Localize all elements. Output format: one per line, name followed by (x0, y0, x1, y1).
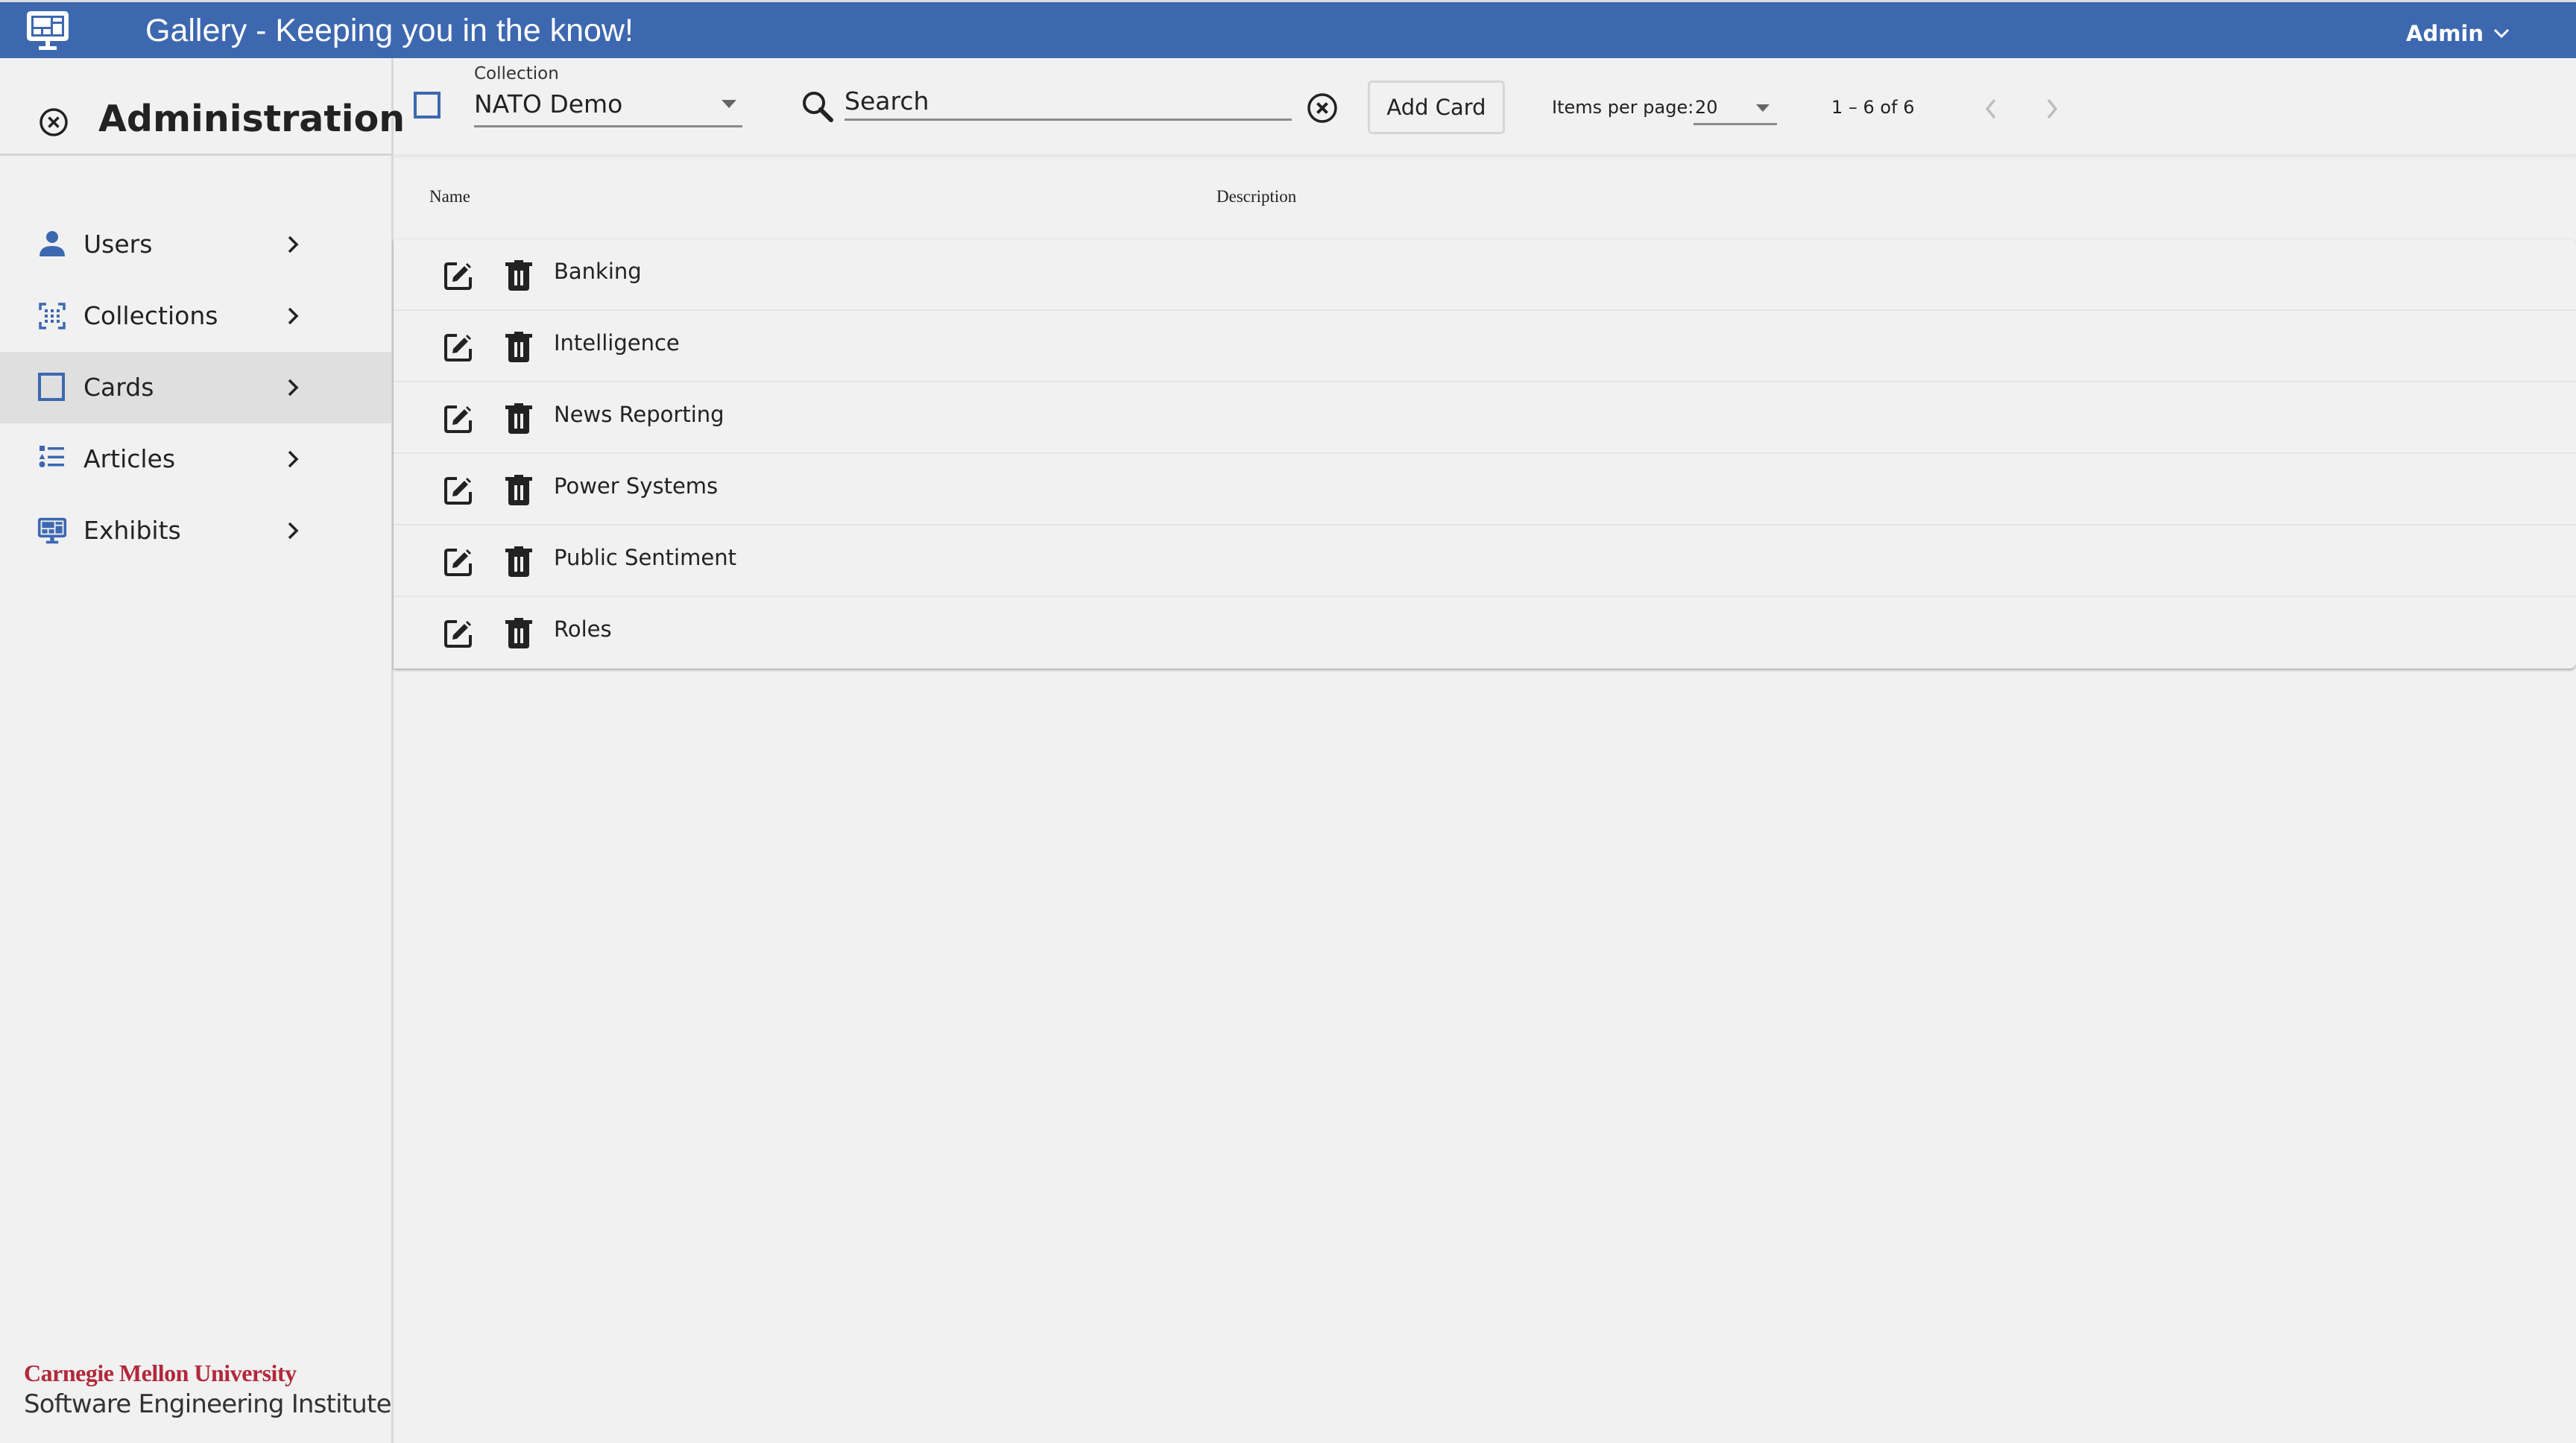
collection-value: NATO Demo (474, 89, 623, 119)
table-row[interactable]: Intelligence (394, 311, 2576, 382)
card-name: Roles (554, 616, 612, 642)
close-circle-icon[interactable] (39, 107, 69, 137)
table-row[interactable]: News Reporting (394, 382, 2576, 454)
card-name: Intelligence (554, 330, 680, 356)
admin-header: Administration (0, 58, 405, 156)
chevron-down-icon (2493, 28, 2510, 39)
table-row[interactable]: Roles (394, 597, 2576, 669)
user-name: Admin (2406, 21, 2484, 46)
collection-underline (474, 125, 742, 127)
collection-select[interactable]: Collection NATO Demo (474, 64, 742, 127)
edit-icon[interactable] (443, 476, 473, 505)
university-name: Carnegie Mellon University (24, 1360, 297, 1386)
sidebar: Administration Users Collections Cards A… (0, 58, 405, 1443)
chevron-right-icon (288, 307, 299, 325)
search-icon (803, 92, 833, 122)
edit-icon[interactable] (443, 261, 473, 291)
items-per-page-select[interactable]: 20 (1693, 92, 1777, 125)
card-square-icon (38, 373, 65, 401)
sidebar-item-cards[interactable]: Cards (0, 352, 391, 423)
chevron-right-icon (288, 522, 299, 540)
card-name: News Reporting (554, 402, 724, 427)
chevron-right-icon (288, 236, 299, 253)
collection-label: Collection (474, 64, 559, 83)
user-menu[interactable]: Admin (2406, 19, 2510, 48)
card-name: Public Sentiment (554, 545, 736, 570)
chevron-right-icon (288, 379, 299, 397)
trash-icon[interactable] (504, 332, 534, 363)
sidebar-item-exhibits[interactable]: Exhibits (0, 495, 391, 566)
sidebar-item-label: Articles (83, 444, 176, 473)
person-icon (40, 231, 65, 256)
trash-icon[interactable] (504, 618, 534, 649)
main-content: Collection NATO Demo Add Card Items per … (394, 58, 2576, 1443)
trash-icon[interactable] (504, 475, 534, 506)
card-name: Power Systems (554, 473, 719, 499)
items-per-page-value: 20 (1695, 97, 1718, 118)
edit-icon[interactable] (443, 332, 473, 362)
sidebar-item-users[interactable]: Users (0, 209, 391, 280)
table-body: Banking Intelligence News Reporting Powe… (394, 239, 2576, 669)
table-row[interactable]: Banking (394, 239, 2576, 311)
chevron-right-icon (288, 450, 299, 468)
items-per-page-label: Items per page: (1552, 97, 1694, 118)
clear-search-icon[interactable] (1307, 92, 1338, 124)
next-page-button[interactable] (2038, 95, 2065, 122)
dropdown-arrow-icon (1756, 104, 1770, 112)
column-header-description[interactable]: Description (1216, 187, 1296, 206)
collections-grid-icon (39, 303, 66, 329)
sidebar-item-articles[interactable]: Articles (0, 423, 391, 495)
column-header-name[interactable]: Name (429, 187, 470, 206)
search-input[interactable] (845, 83, 1292, 121)
table-row[interactable]: Power Systems (394, 454, 2576, 525)
app-bar: Gallery - Keeping you in the know! Admin (0, 2, 2576, 58)
edit-icon[interactable] (443, 547, 473, 577)
institute-name: Software Engineering Institute (24, 1389, 392, 1419)
add-card-button[interactable]: Add Card (1368, 80, 1505, 134)
card-name: Banking (554, 259, 642, 284)
table-row[interactable]: Public Sentiment (394, 525, 2576, 597)
trash-icon[interactable] (504, 403, 534, 435)
sidebar-item-label: Cards (83, 373, 154, 402)
cards-table: Name Description Banking Intelligence Ne… (394, 156, 2576, 669)
list-icon (39, 446, 64, 467)
admin-nav: Users Collections Cards Articles Exhibit… (0, 209, 391, 566)
toolbar: Collection NATO Demo Add Card Items per … (394, 58, 2576, 156)
sidebar-item-label: Collections (83, 301, 218, 330)
page-range-label: 1 – 6 of 6 (1831, 97, 1915, 118)
previous-page-button[interactable] (1978, 95, 2005, 122)
table-header: Name Description (394, 156, 2576, 239)
monitor-dashboard-icon (37, 517, 67, 544)
sidebar-item-label: Users (83, 230, 153, 259)
monitor-dashboard-icon[interactable] (25, 10, 70, 51)
trash-icon[interactable] (504, 260, 534, 291)
cmu-sei-logo: Carnegie Mellon University Software Engi… (0, 1351, 392, 1442)
dropdown-arrow-icon (722, 100, 736, 108)
trash-icon[interactable] (504, 546, 534, 578)
edit-icon[interactable] (443, 404, 473, 434)
sidebar-item-label: Exhibits (83, 516, 181, 545)
app-title: Gallery - Keeping you in the know! (145, 13, 634, 48)
select-all-checkbox[interactable] (414, 92, 441, 119)
edit-icon[interactable] (443, 619, 473, 648)
sidebar-item-collections[interactable]: Collections (0, 280, 391, 352)
sidebar-title: Administration (98, 98, 405, 140)
